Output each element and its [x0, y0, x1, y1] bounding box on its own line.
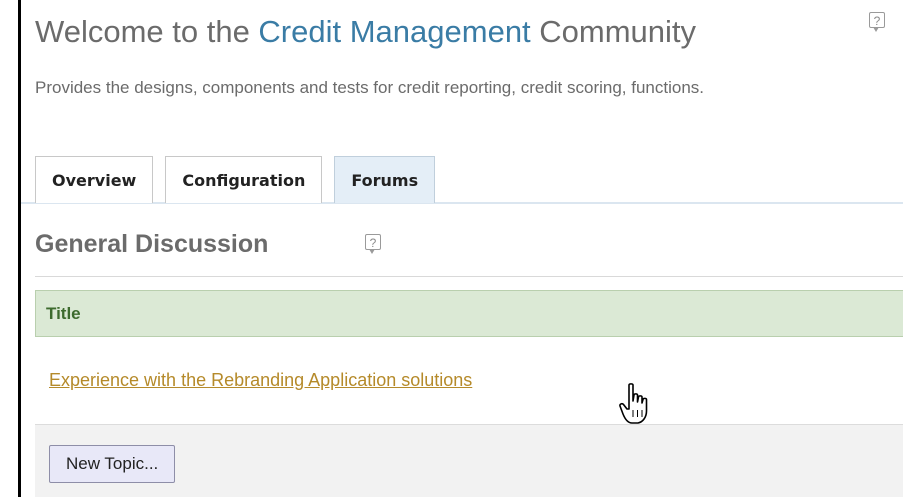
tab-forums[interactable]: Forums [334, 156, 436, 203]
title-column-header[interactable]: Title [35, 290, 903, 337]
section-help-icon[interactable]: ? [365, 234, 381, 254]
title-suffix: Community [530, 14, 697, 49]
hand-pointer-icon [619, 383, 648, 424]
tab-configuration[interactable]: Configuration [165, 156, 323, 203]
title-prefix: Welcome to the [35, 14, 259, 49]
section-divider [35, 276, 903, 277]
community-page: Welcome to the Credit Management Communi… [18, 0, 903, 497]
community-name: Credit Management [258, 14, 531, 49]
page-title: Welcome to the Credit Management Communi… [35, 14, 696, 50]
new-topic-button[interactable]: New Topic... [49, 445, 176, 483]
tab-overview[interactable]: Overview [35, 156, 154, 203]
tab-bar: Overview Configuration Forums [35, 156, 436, 204]
section-title: General Discussion [35, 230, 269, 258]
community-description: Provides the designs, components and tes… [35, 78, 705, 97]
topic-link[interactable]: Experience with the Rebranding Applicati… [49, 370, 472, 391]
help-icon[interactable]: ? [869, 12, 885, 32]
